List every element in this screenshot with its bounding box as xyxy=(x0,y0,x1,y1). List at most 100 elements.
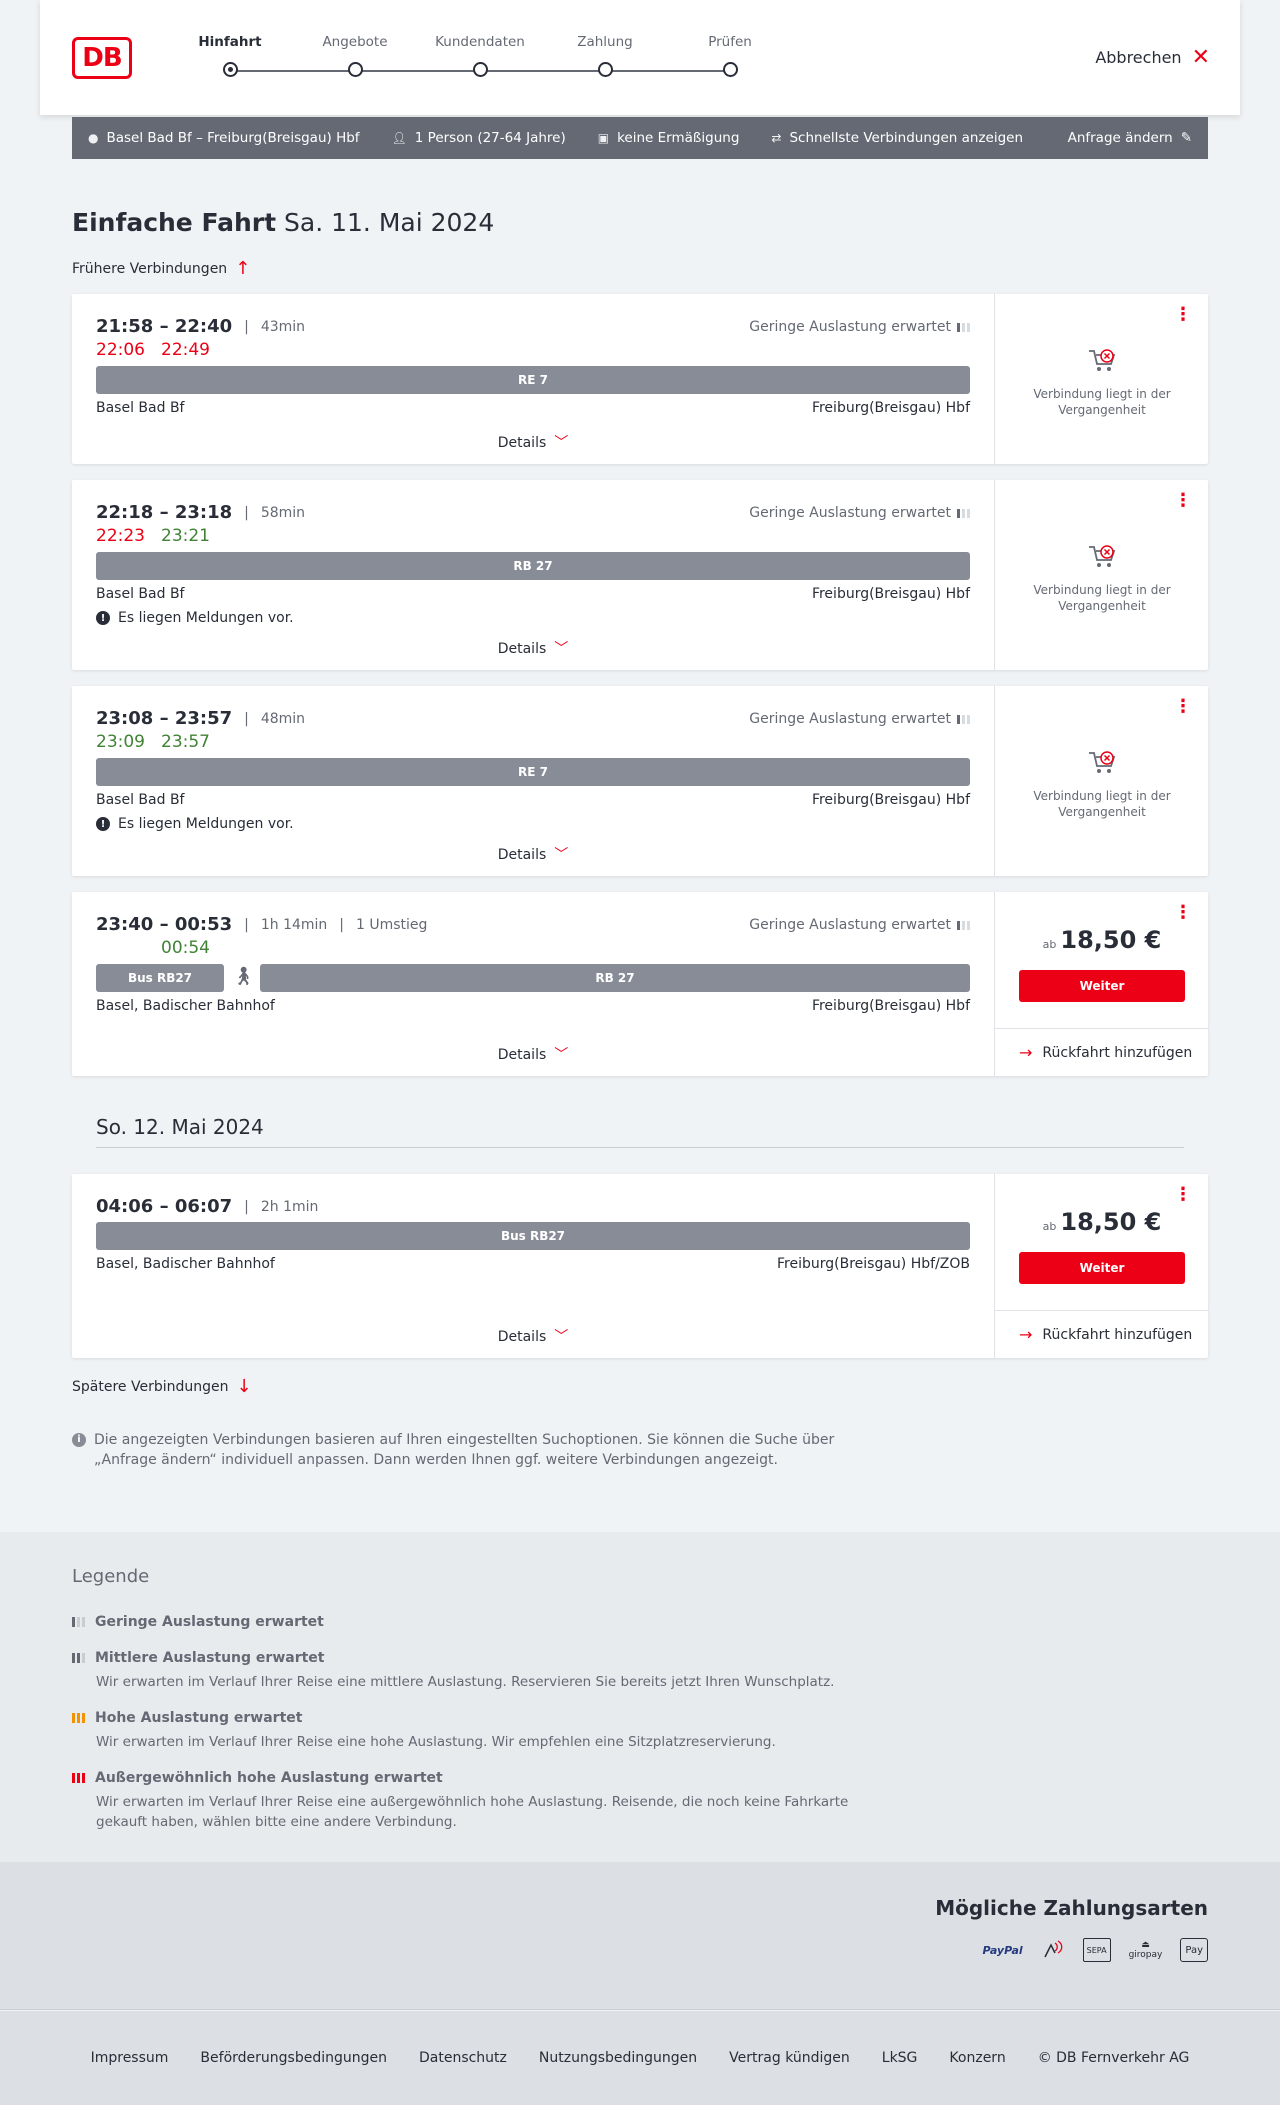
realtime-arrival: 22:49 xyxy=(161,340,210,360)
footer-link-vertrag-kuendigen[interactable]: Vertrag kündigen xyxy=(729,2050,850,2066)
price: ab 18,50 € xyxy=(995,926,1209,954)
messages-notice: ! Es liegen Meldungen vor. xyxy=(96,816,294,832)
legend-section: Legende Geringe Auslastung erwartet Mitt… xyxy=(0,1532,1280,1862)
connection-card: 04:06 – 06:07 | 2h 1min Bus RB27 Basel, Ba… xyxy=(72,1174,1209,1358)
arrival-station: Freiburg(Breisgau) Hbf xyxy=(811,586,970,602)
details-toggle[interactable]: Details ﹀ xyxy=(72,1326,994,1346)
offer-panel: ⋮ Verbindung liegt in der Vergangenheit xyxy=(994,480,1208,670)
realtime-departure: 22:23 xyxy=(96,526,145,546)
page-title: Einfache Fahrt Sa. 11. Mai 2024 xyxy=(72,208,494,237)
train-segment: RB 27 xyxy=(96,552,970,580)
chevron-down-icon: ﹀ xyxy=(554,847,569,863)
details-toggle[interactable]: Details ﹀ xyxy=(72,1044,994,1064)
footer-link-lksg[interactable]: LkSG xyxy=(882,2050,918,2066)
realtime-arrival: 23:57 xyxy=(161,732,210,752)
duration: 43min xyxy=(260,318,306,335)
step-dot xyxy=(348,62,363,77)
duration: 48min xyxy=(260,710,306,727)
legend-item-title: Außergewöhnlich hohe Auslastung erwartet xyxy=(95,1770,443,1786)
db-logo[interactable]: DB xyxy=(72,37,132,79)
connection-info[interactable]: 23:40 – 00:53 | 1h 14min | 1 Umstieg 00:54 G… xyxy=(72,892,994,1076)
connection-info[interactable]: 22:18 – 23:18 | 58min 22:23 23:21 Geringe … xyxy=(72,480,994,670)
more-options-icon[interactable]: ⋮ xyxy=(1174,492,1192,510)
arrival-station: Freiburg(Breisgau) Hbf xyxy=(811,792,970,808)
connection-card: 22:18 – 23:18 | 58min 22:23 23:21 Geringe … xyxy=(72,480,1208,670)
step-label: Hinfahrt xyxy=(198,34,262,50)
load-indicator: Geringe Auslastung erwartet xyxy=(749,505,970,521)
connection-info[interactable]: 04:06 – 06:07 | 2h 1min Bus RB27 Basel, Ba… xyxy=(72,1174,994,1358)
step-label: Zahlung xyxy=(577,34,633,50)
connection-info[interactable]: 23:08 – 23:57 | 48min 23:09 23:57 Geringe … xyxy=(72,686,994,876)
duration: 2h 1min xyxy=(260,1198,319,1215)
swap-icon: ⇄ xyxy=(771,131,782,145)
past-connection-info: Verbindung liegt in der Vergangenheit xyxy=(995,348,1209,418)
search-summary-bar: ● Basel Bad Bf – Freiburg(Breisgau) Hbf 👤… xyxy=(72,117,1208,159)
earlier-label: Frühere Verbindungen xyxy=(72,260,228,277)
payment-title: Mögliche Zahlungsarten xyxy=(935,1896,1208,1920)
load-indicator: Geringe Auslastung erwartet xyxy=(749,917,970,933)
load-high-icon xyxy=(72,1713,85,1723)
legend-item-high: Hohe Auslastung erwartet Wir erwarten im… xyxy=(72,1710,856,1752)
load-exceptional-icon xyxy=(72,1773,85,1783)
title-main: Einfache Fahrt xyxy=(72,208,277,237)
cancel-button[interactable]: Abbrechen ✕ xyxy=(1095,46,1210,68)
giropay-symbol-icon: ⏏ xyxy=(1141,1940,1150,1950)
past-label: Verbindung liegt in der Vergangenheit xyxy=(1033,387,1171,417)
footer-link-nutzungsbedingungen[interactable]: Nutzungsbedingungen xyxy=(539,2050,697,2066)
step-kundendaten: Kundendaten xyxy=(430,34,530,77)
later-connections-link[interactable]: Spätere Verbindungen ↓ xyxy=(72,1376,252,1397)
footer-link-impressum[interactable]: Impressum xyxy=(91,2050,169,2066)
connection-card: 23:08 – 23:57 | 48min 23:09 23:57 Geringe … xyxy=(72,686,1208,876)
chevron-down-icon: ﹀ xyxy=(554,641,569,657)
details-label: Details xyxy=(497,847,547,863)
more-options-icon[interactable]: ⋮ xyxy=(1174,698,1192,716)
chevron-down-icon: ﹀ xyxy=(554,1047,569,1063)
connection-info[interactable]: 21:58 – 22:40 | 43min 22:06 22:49 Geringe … xyxy=(72,294,994,464)
details-label: Details xyxy=(497,1329,547,1345)
load-indicator: Geringe Auslastung erwartet xyxy=(749,711,970,727)
step-dot xyxy=(598,62,613,77)
legend-title: Legende xyxy=(72,1566,150,1587)
more-options-icon[interactable]: ⋮ xyxy=(1174,306,1192,324)
continue-button[interactable]: Weiter xyxy=(1019,970,1185,1002)
earlier-connections-link[interactable]: Frühere Verbindungen ↑ xyxy=(72,258,250,279)
cancel-label: Abbrechen xyxy=(1095,48,1182,67)
giropay-icon: ⏏ giropay xyxy=(1129,1938,1163,1962)
arrival-station: Freiburg(Breisgau) Hbf xyxy=(811,998,970,1014)
arrow-down-icon: ↓ xyxy=(236,1376,252,1397)
legend-item-desc: Wir erwarten im Verlauf Ihrer Reise eine… xyxy=(96,1794,849,1830)
footer-link-konzern[interactable]: Konzern xyxy=(949,2050,1005,2066)
footer-link-befoerderungsbedingungen[interactable]: Beförderungsbedingungen xyxy=(200,2050,387,2066)
more-options-icon[interactable]: ⋮ xyxy=(1174,904,1192,922)
past-label: Verbindung liegt in der Vergangenheit xyxy=(1033,789,1171,819)
realtime-departure: 22:06 xyxy=(96,340,145,360)
summary-route: ● Basel Bad Bf – Freiburg(Breisgau) Hbf xyxy=(88,130,360,146)
change-request-button[interactable]: Anfrage ändern ✎ xyxy=(1068,130,1192,146)
step-label: Prüfen xyxy=(708,34,752,50)
info-icon: i xyxy=(72,1433,86,1447)
continue-button[interactable]: Weiter xyxy=(1019,1252,1185,1284)
pencil-icon: ✎ xyxy=(1180,130,1192,146)
price-prefix: ab xyxy=(1042,1220,1057,1233)
footer-link-datenschutz[interactable]: Datenschutz xyxy=(419,2050,507,2066)
offer-panel: ⋮ Verbindung liegt in der Vergangenheit xyxy=(994,294,1208,464)
scheduled-times: 22:18 – 23:18 xyxy=(96,502,233,523)
train-segment: RE 7 xyxy=(96,758,970,786)
details-label: Details xyxy=(497,641,547,657)
add-return-button[interactable]: → Rückfahrt hinzufügen xyxy=(995,1310,1209,1358)
details-toggle[interactable]: Details ﹀ xyxy=(72,844,994,864)
cart-unavailable-icon xyxy=(1089,751,1116,773)
details-toggle[interactable]: Details ﹀ xyxy=(72,432,994,452)
giropay-label: giropay xyxy=(1128,1950,1163,1960)
arrival-station: Freiburg(Breisgau) Hbf xyxy=(811,400,970,416)
step-dot xyxy=(473,62,488,77)
more-options-icon[interactable]: ⋮ xyxy=(1174,1186,1192,1204)
add-return-button[interactable]: → Rückfahrt hinzufügen xyxy=(995,1028,1209,1076)
later-label: Spätere Verbindungen xyxy=(72,1378,229,1395)
arrow-up-icon: ↑ xyxy=(235,258,251,279)
connection-card: 23:40 – 00:53 | 1h 14min | 1 Umstieg 00:54 G… xyxy=(72,892,1209,1076)
scheduled-times: 23:08 – 23:57 xyxy=(96,708,233,729)
connection-times: 23:08 – 23:57 | 48min xyxy=(96,708,305,729)
details-toggle[interactable]: Details ﹀ xyxy=(72,638,994,658)
search-info-note: i Die angezeigten Verbindungen basieren a… xyxy=(72,1430,852,1470)
